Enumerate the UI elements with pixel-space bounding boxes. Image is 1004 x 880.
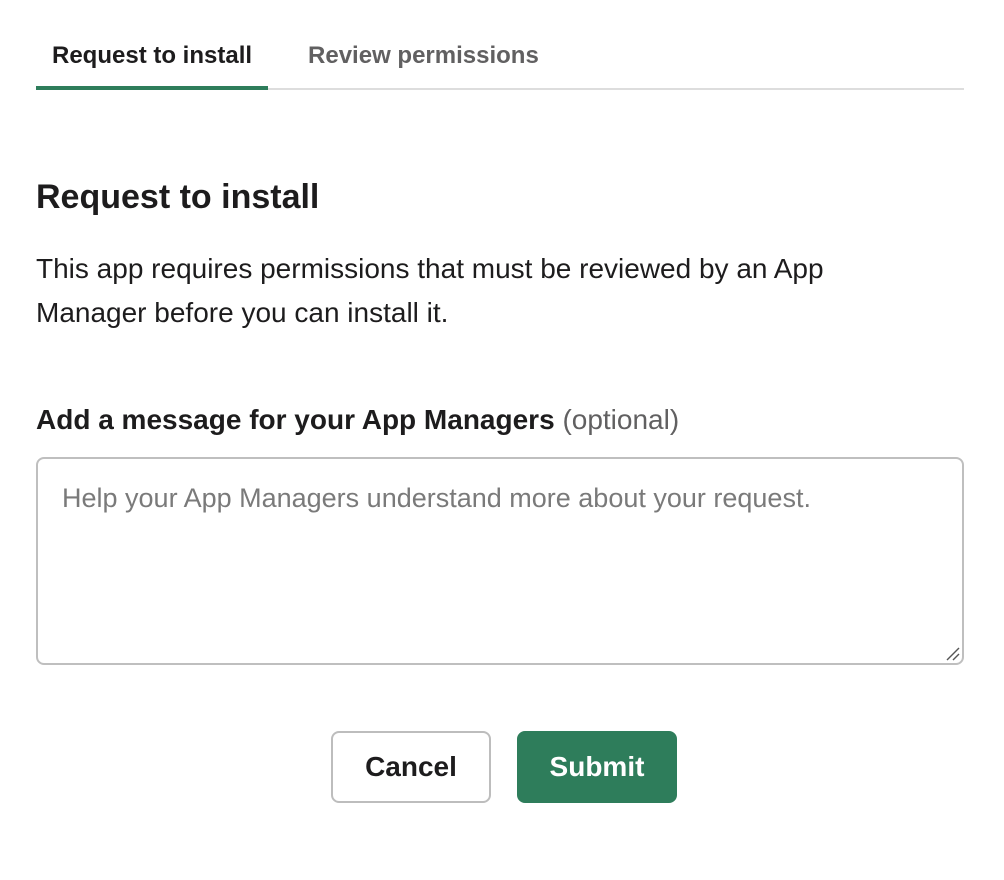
tab-review-permissions[interactable]: Review permissions (308, 44, 539, 90)
message-field-wrapper (36, 456, 964, 665)
action-buttons: Cancel Submit (36, 730, 964, 803)
request-install-page: Request to install Review permissions Re… (0, 0, 1004, 880)
message-textarea[interactable] (36, 456, 964, 665)
cancel-button[interactable]: Cancel (331, 730, 491, 803)
tab-bar: Request to install Review permissions (36, 0, 964, 90)
message-field-label: Add a message for your App Managers (opt… (36, 403, 964, 437)
resize-handle-icon[interactable] (944, 645, 960, 661)
section-title: Request to install (36, 178, 320, 216)
tab-request-to-install[interactable]: Request to install (36, 44, 269, 90)
submit-button[interactable]: Submit (517, 730, 677, 803)
optional-label: (optional) (562, 404, 680, 436)
message-label-text: Add a message for your App Managers (36, 404, 555, 436)
section-description: This app requires permissions that must … (36, 253, 824, 329)
